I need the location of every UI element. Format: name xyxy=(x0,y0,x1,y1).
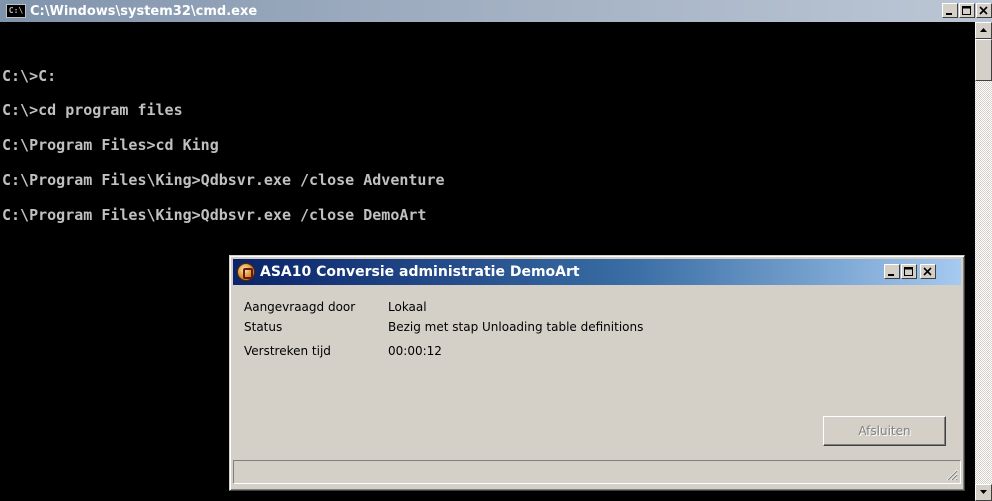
dialog-window-controls xyxy=(883,264,936,279)
asa-app-icon[interactable] xyxy=(237,263,255,281)
cmd-titlebar[interactable]: C:\ C:\Windows\system32\cmd.exe xyxy=(0,0,992,22)
scroll-up-button[interactable] xyxy=(975,22,992,39)
elapsed-time-value: 00:00:12 xyxy=(388,344,442,358)
conversion-dialog: ASA10 Conversie administratie DemoArt Aa… xyxy=(229,255,965,491)
elapsed-time-label: Verstreken tijd xyxy=(244,344,331,358)
dialog-minimize-button[interactable] xyxy=(884,264,900,279)
afsluiten-button[interactable]: Afsluiten xyxy=(823,416,946,446)
dialog-titlebar[interactable]: ASA10 Conversie administratie DemoArt xyxy=(233,259,961,285)
console-line: C:\>cd program files xyxy=(2,101,183,119)
minimize-button[interactable] xyxy=(942,3,958,18)
status-value: Bezig met stap Unloading table definitio… xyxy=(388,320,644,334)
console-line: C:\Program Files\King>Qdbsvr.exe /close … xyxy=(2,206,427,224)
dialog-maximize-button[interactable] xyxy=(901,264,917,279)
minimize-icon xyxy=(946,13,952,15)
arrow-down-icon xyxy=(980,490,987,494)
cmd-window-controls xyxy=(941,3,992,18)
arrow-up-icon xyxy=(980,28,987,32)
dialog-close-button[interactable] xyxy=(920,264,936,279)
status-bar xyxy=(233,460,961,484)
close-button[interactable] xyxy=(976,3,992,18)
cmd-app-icon[interactable]: C:\ xyxy=(6,4,26,18)
close-icon xyxy=(979,6,988,15)
console-line: C:\Program Files\King>Qdbsvr.exe /close … xyxy=(2,171,445,189)
requested-by-value: Lokaal xyxy=(388,300,427,314)
console-line: C:\Program Files>cd King xyxy=(2,136,219,154)
minimize-icon xyxy=(888,274,894,276)
close-icon xyxy=(923,267,932,276)
vertical-scrollbar[interactable] xyxy=(975,22,992,501)
cmd-window-title: C:\Windows\system32\cmd.exe xyxy=(30,3,258,19)
status-label: Status xyxy=(244,320,283,334)
dialog-title: ASA10 Conversie administratie DemoArt xyxy=(260,264,580,280)
maximize-icon xyxy=(962,6,971,15)
requested-by-label: Aangevraagd door xyxy=(244,300,356,314)
maximize-icon xyxy=(904,267,913,276)
console-line: C:\>C: xyxy=(2,67,57,85)
scrollbar-thumb[interactable] xyxy=(975,39,992,81)
maximize-button[interactable] xyxy=(959,3,975,18)
scroll-down-button[interactable] xyxy=(975,484,992,501)
resize-grip-icon[interactable] xyxy=(944,467,958,481)
